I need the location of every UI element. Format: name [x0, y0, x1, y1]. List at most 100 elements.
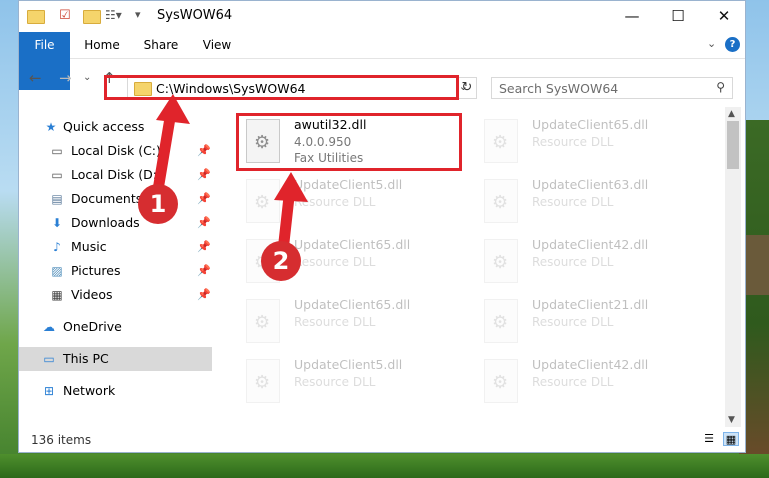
sidebar-item-quick-access[interactable]: ★ Quick access [19, 115, 212, 139]
help-icon[interactable]: ? [725, 37, 740, 52]
tab-share[interactable]: Share [137, 32, 185, 58]
window-title: SysWOW64 [157, 8, 233, 23]
dll-file-icon: ⚙ [246, 179, 280, 223]
customize-toolbar-icon[interactable]: ☷▾ [105, 8, 122, 26]
dll-file-icon: ⚙ [484, 179, 518, 223]
maximize-button[interactable]: ☐ [655, 1, 701, 31]
recent-locations-chevron-icon[interactable]: ⌄ [83, 72, 91, 83]
dll-file-icon: ⚙ [484, 239, 518, 283]
computer-icon: ▭ [43, 352, 55, 366]
gear-icon: ⚙ [254, 252, 271, 273]
file-item[interactable]: ⚙ UpdateClient5.dll Resource DLL [234, 351, 464, 409]
status-bar: 136 items ☰ ▦ [19, 427, 745, 453]
file-version: 4.0.0.950 [294, 135, 352, 149]
navigation-pane: ★ Quick access ▭ Local Disk (C:) 📌 ▭ Loc… [19, 107, 212, 427]
file-description: Resource DLL [294, 255, 376, 269]
sidebar-item-onedrive[interactable]: ☁ OneDrive [19, 315, 212, 339]
file-item[interactable]: ⚙ UpdateClient65.dll Resource DLL [472, 111, 702, 169]
expand-ribbon-icon[interactable]: ⌄ [707, 37, 716, 50]
file-description: Resource DLL [294, 195, 376, 209]
file-item[interactable]: ⚙ UpdateClient21.dll Resource DLL [472, 291, 702, 349]
file-name: UpdateClient5.dll [294, 357, 403, 372]
background-ground [0, 454, 769, 478]
dll-file-icon: ⚙ [484, 299, 518, 343]
pin-icon[interactable]: 📌 [197, 211, 211, 235]
dll-file-icon: ⚙ [484, 359, 518, 403]
file-item[interactable]: ⚙ UpdateClient5.dll Resource DLL [234, 171, 464, 229]
scroll-down-icon[interactable]: ▼ [728, 415, 735, 425]
scroll-up-icon[interactable]: ▲ [728, 109, 735, 119]
minimize-button[interactable]: — [609, 1, 655, 31]
scrollbar-thumb[interactable] [727, 121, 739, 169]
documents-icon: ▤ [51, 192, 63, 206]
sidebar-item-this-pc[interactable]: ▭ This PC [19, 347, 212, 371]
pin-icon[interactable]: 📌 [197, 259, 211, 283]
file-name: UpdateClient65.dll [532, 117, 649, 132]
pin-icon[interactable]: 📌 [197, 283, 211, 307]
file-name: UpdateClient63.dll [532, 177, 649, 192]
pin-icon[interactable]: 📌 [197, 163, 211, 187]
address-folder-icon [134, 82, 152, 99]
file-item-awutil32[interactable]: ⚙ awutil32.dll 4.0.0.950 Fax Utilities [234, 111, 464, 169]
pictures-icon: ▨ [51, 264, 63, 278]
pin-icon[interactable]: 📌 [197, 139, 211, 163]
file-name: awutil32.dll [294, 117, 367, 132]
gear-icon: ⚙ [254, 372, 271, 393]
gear-icon: ⚙ [492, 252, 509, 273]
music-icon: ♪ [53, 240, 61, 254]
sidebar-item-documents[interactable]: ▤ Documents 📌 [19, 187, 212, 211]
sidebar-item-local-disk-d[interactable]: ▭ Local Disk (D:) 📌 [19, 163, 212, 187]
properties-icon[interactable]: ☑ [59, 8, 71, 26]
sidebar-item-local-disk-c[interactable]: ▭ Local Disk (C:) 📌 [19, 139, 212, 163]
file-name: UpdateClient42.dll [532, 357, 649, 372]
sidebar-item-music[interactable]: ♪ Music 📌 [19, 235, 212, 259]
download-icon: ⬇ [51, 216, 63, 230]
pin-icon[interactable]: 📌 [197, 235, 211, 259]
pin-icon[interactable]: 📌 [197, 187, 211, 211]
file-item[interactable]: ⚙ UpdateClient63.dll Resource DLL [472, 171, 702, 229]
gear-icon: ⚙ [492, 132, 509, 153]
folder-icon [27, 7, 45, 25]
cloud-icon: ☁ [43, 320, 55, 334]
new-folder-icon[interactable] [83, 7, 101, 25]
tab-view[interactable]: View [195, 32, 239, 58]
dropdown-arrow-icon[interactable]: ▾ [135, 8, 141, 26]
file-name: UpdateClient21.dll [532, 297, 649, 312]
navigation-bar: ← → ⌄ ↑ C:\Windows\SysWOW64 ⌄ ↻ Search S… [19, 59, 745, 99]
large-icons-view-icon[interactable]: ▦ [723, 432, 739, 446]
search-input[interactable]: Search SysWOW64 ⚲ [491, 77, 733, 99]
address-bar[interactable]: C:\Windows\SysWOW64 ⌄ [127, 77, 477, 99]
file-item[interactable]: ⚙ UpdateClient65.dll Resource DLL [234, 231, 464, 289]
file-item[interactable]: ⚙ UpdateClient42.dll Resource DLL [472, 351, 702, 409]
ribbon-tabs: File Home Share View ⌄ ? [19, 32, 745, 90]
drive-icon: ▭ [51, 168, 63, 182]
dll-file-icon: ⚙ [246, 299, 280, 343]
gear-icon: ⚙ [492, 372, 509, 393]
sidebar-item-network[interactable]: ⊞ Network [19, 379, 212, 403]
gear-icon: ⚙ [492, 192, 509, 213]
star-icon: ★ [45, 120, 57, 134]
videos-icon: ▦ [51, 288, 63, 302]
sidebar-item-downloads[interactable]: ⬇ Downloads 📌 [19, 211, 212, 235]
details-view-icon[interactable]: ☰ [701, 432, 717, 446]
tab-home[interactable]: Home [77, 32, 127, 58]
forward-arrow-icon[interactable]: → [59, 69, 72, 87]
close-button[interactable]: ✕ [701, 1, 747, 31]
vertical-scrollbar[interactable]: ▲ ▼ [725, 107, 741, 427]
search-icon: ⚲ [716, 80, 725, 94]
back-arrow-icon[interactable]: ← [29, 69, 42, 87]
refresh-button[interactable]: ↻ [457, 77, 477, 99]
file-name: UpdateClient42.dll [532, 237, 649, 252]
sidebar-item-pictures[interactable]: ▨ Pictures 📌 [19, 259, 212, 283]
file-list: ⚙ awutil32.dll 4.0.0.950 Fax Utilities ⚙… [224, 107, 724, 427]
dll-file-icon: ⚙ [246, 239, 280, 283]
drive-icon: ▭ [51, 144, 63, 158]
file-name: UpdateClient65.dll [294, 297, 411, 312]
gear-icon: ⚙ [254, 132, 271, 153]
up-arrow-icon[interactable]: ↑ [103, 69, 116, 87]
file-description: Resource DLL [532, 375, 614, 389]
gear-icon: ⚙ [492, 312, 509, 333]
file-item[interactable]: ⚙ UpdateClient42.dll Resource DLL [472, 231, 702, 289]
sidebar-item-videos[interactable]: ▦ Videos 📌 [19, 283, 212, 307]
file-item[interactable]: ⚙ UpdateClient65.dll Resource DLL [234, 291, 464, 349]
